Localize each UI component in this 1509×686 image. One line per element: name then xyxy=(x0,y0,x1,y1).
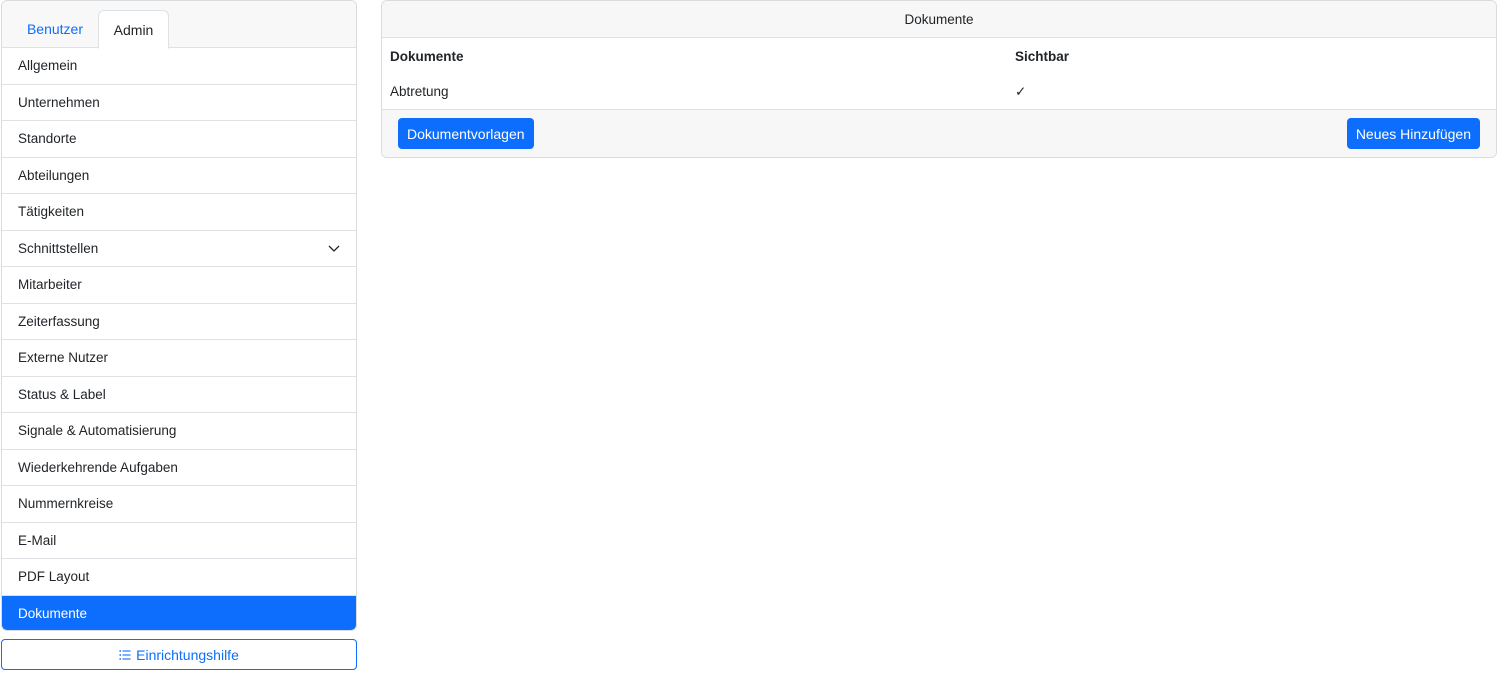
sidebar-item-label: Signale & Automatisierung xyxy=(18,423,177,439)
sidebar-item-label: E-Mail xyxy=(18,532,57,548)
sidebar-item-wiederkehrende-aufgaben[interactable]: Wiederkehrende Aufgaben xyxy=(2,450,356,486)
sidebar-item-allgemein[interactable]: Allgemein xyxy=(2,48,356,85)
column-header-dokumente: Dokumente xyxy=(390,48,464,64)
sidebar-item-externe-nutzer[interactable]: Externe Nutzer xyxy=(2,340,356,377)
sidebar-item-dokumente[interactable]: Dokumente xyxy=(2,595,356,630)
setup-assistant-label: Einrichtungshilfe xyxy=(136,646,239,663)
sidebar-item-label: Externe Nutzer xyxy=(18,350,109,366)
table-header-row: Dokumente Sichtbar xyxy=(382,38,1496,74)
table-row[interactable]: Abtretung ✓ xyxy=(382,74,1496,109)
document-name: Abtretung xyxy=(390,84,449,99)
sidebar-item-schnittstellen[interactable]: Schnittstellen xyxy=(2,231,356,267)
nav-tabs: Benutzer Admin xyxy=(2,1,356,49)
tab-benutzer[interactable]: Benutzer xyxy=(12,10,98,48)
sidebar-item-label: Zeiterfassung xyxy=(18,313,100,329)
sidebar-item-nummernkreise[interactable]: Nummernkreise xyxy=(2,486,356,523)
sidebar-item-label: PDF Layout xyxy=(18,569,90,585)
sidebar-item-unternehmen[interactable]: Unternehmen xyxy=(2,85,356,121)
settings-menu: Allgemein Unternehmen Standorte Abteilun… xyxy=(2,48,356,630)
sidebar: Benutzer Admin Allgemein Unternehmen Sta… xyxy=(1,0,357,670)
sidebar-item-label: Status & Label xyxy=(18,386,106,402)
sidebar-item-taetigkeiten[interactable]: Tätigkeiten xyxy=(2,194,356,231)
sidebar-item-signale[interactable]: Signale & Automatisierung xyxy=(2,413,356,450)
documents-table: Dokumente Sichtbar Abtretung ✓ xyxy=(382,38,1496,109)
sidebar-item-label: Standorte xyxy=(18,131,77,147)
card-title: Dokumente xyxy=(382,1,1496,38)
sidebar-item-status-label[interactable]: Status & Label xyxy=(2,377,356,413)
sidebar-item-label: Tätigkeiten xyxy=(18,204,85,220)
column-header-sichtbar: Sichtbar xyxy=(1015,48,1070,64)
sidebar-item-email[interactable]: E-Mail xyxy=(2,523,356,559)
sidebar-item-standorte[interactable]: Standorte xyxy=(2,121,356,158)
documents-card: Dokumente Dokumente Sichtbar Abtretung ✓… xyxy=(381,0,1497,158)
card-footer: Dokumentvorlagen Neues Hinzufügen xyxy=(382,109,1496,157)
sidebar-item-mitarbeiter[interactable]: Mitarbeiter xyxy=(2,267,356,304)
sidebar-item-label: Nummernkreise xyxy=(18,496,114,512)
sidebar-item-abteilungen[interactable]: Abteilungen xyxy=(2,158,356,194)
sidebar-item-label: Abteilungen xyxy=(18,167,90,183)
tab-admin[interactable]: Admin xyxy=(98,10,169,49)
sidebar-item-label: Allgemein xyxy=(18,58,78,74)
sidebar-item-label: Dokumente xyxy=(18,606,88,622)
setup-assistant-button[interactable]: Einrichtungshilfe xyxy=(1,639,357,670)
settings-nav-card: Benutzer Admin Allgemein Unternehmen Sta… xyxy=(1,0,357,631)
sidebar-item-label: Mitarbeiter xyxy=(18,277,82,293)
add-new-button[interactable]: Neues Hinzufügen xyxy=(1346,118,1480,149)
chevron-down-icon[interactable] xyxy=(328,242,340,254)
sidebar-item-pdf-layout[interactable]: PDF Layout xyxy=(2,559,356,596)
document-templates-button[interactable]: Dokumentvorlagen xyxy=(398,118,534,149)
list-icon xyxy=(119,649,131,660)
sidebar-item-label: Wiederkehrende Aufgaben xyxy=(18,459,178,475)
sidebar-item-label: Unternehmen xyxy=(18,94,100,110)
sidebar-item-label: Schnittstellen xyxy=(18,240,99,256)
sidebar-item-zeiterfassung[interactable]: Zeiterfassung xyxy=(2,304,356,340)
visible-check-icon: ✓ xyxy=(1015,83,1027,99)
